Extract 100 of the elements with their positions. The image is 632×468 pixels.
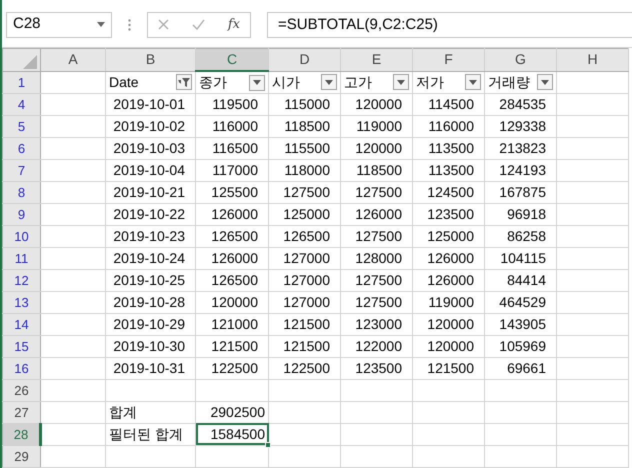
table-cell: 2019-10-02 [106,116,196,138]
column-header[interactable]: C [196,48,268,71]
row-header[interactable]: 14 [2,314,40,336]
table-cell: 126500 [196,270,268,292]
table-cell: 126500 [268,226,340,248]
row-header[interactable]: 16 [2,358,40,380]
table-cell: 126000 [412,270,484,292]
name-box[interactable]: C28 [6,12,112,38]
table-cell: 2019-10-04 [106,160,196,182]
table-cell: 2019-10-24 [106,248,196,270]
row-header[interactable]: 4 [2,94,40,116]
table-cell: 2019-10-31 [106,358,196,380]
table-cell: 합계 [106,401,196,424]
table-cell: 104115 [484,248,556,270]
table-cell: 119500 [196,94,268,116]
table-cell: 2019-10-01 [106,94,196,116]
table-cell: 84414 [484,270,556,292]
table-cell: 284535 [484,94,556,116]
filter-button[interactable] [537,74,553,90]
table-cell: 123500 [412,204,484,226]
dropdown-icon [469,80,477,85]
table-cell: 124193 [484,160,556,182]
column-title: 고가 [344,72,372,92]
row-header[interactable]: 1 [2,71,40,94]
table-cell: 121500 [412,358,484,380]
table-cell: 2019-10-28 [106,292,196,314]
column-header[interactable]: E [340,48,412,71]
row-header[interactable]: 5 [2,116,40,138]
table-cell: 2019-10-21 [106,182,196,204]
table-cell: 120000 [412,314,484,336]
column-header[interactable]: F [412,48,484,71]
table-cell: 143905 [484,314,556,336]
insert-function-button[interactable]: fx [228,14,240,34]
row-header[interactable]: 11 [2,248,40,270]
table-cell: 116500 [196,138,268,160]
table-cell: 122500 [268,358,340,380]
table-cell: 116000 [196,116,268,138]
row-header[interactable]: 29 [2,445,40,468]
more-icon [128,18,131,30]
row-header[interactable]: 26 [2,380,40,402]
table-cell: 213823 [484,138,556,160]
table-cell: 113500 [412,138,484,160]
column-title: 거래량 [488,72,530,92]
table-cell: 120000 [340,138,412,160]
table-cell: 464529 [484,292,556,314]
table-cell: 86258 [484,226,556,248]
filter-button[interactable] [249,74,265,90]
table-cell: 124500 [412,182,484,204]
table-cell: 127500 [268,182,340,204]
table-cell: 116000 [412,116,484,138]
row-header[interactable]: 6 [2,138,40,160]
column-header[interactable]: A [40,48,106,71]
table-cell: 115500 [268,138,340,160]
row-header[interactable]: 27 [2,401,40,424]
table-cell: 127000 [268,292,340,314]
row-header[interactable]: 13 [2,292,40,314]
row-header[interactable]: 7 [2,160,40,182]
column-title: 시가 [272,72,300,92]
check-icon[interactable] [192,19,205,30]
row-header[interactable]: 8 [2,182,40,204]
table-cell: 167875 [484,182,556,204]
table-cell: 121000 [196,314,268,336]
table-cell: 120000 [340,94,412,116]
table-cell: 126000 [412,248,484,270]
column-header[interactable]: D [268,48,340,71]
table-cell: 126000 [196,248,268,270]
table-cell: 127500 [340,292,412,314]
dropdown-icon [325,80,333,85]
column-header[interactable]: B [106,48,196,71]
selected-cell[interactable]: 1584500 [196,423,268,446]
table-cell: 69661 [484,358,556,380]
filter-button[interactable] [176,74,192,90]
table-cell: 126000 [340,204,412,226]
table-cell: 127500 [340,226,412,248]
table-cell: 118500 [268,116,340,138]
row-header[interactable]: 28 [2,423,40,446]
filter-button[interactable] [393,74,409,90]
row-header[interactable]: 9 [2,204,40,226]
formula-field[interactable]: =SUBTOTAL(9,C2:C25) [267,12,632,38]
fill-handle[interactable] [265,442,271,448]
table-cell: 125000 [412,226,484,248]
table-cell: 필터된 합계 [106,423,196,446]
table-cell: 126000 [196,204,268,226]
table-cell: 126500 [196,226,268,248]
row-header[interactable]: 12 [2,270,40,292]
table-cell: 121500 [268,314,340,336]
row-header[interactable]: 10 [2,226,40,248]
table-cell: 2019-10-25 [106,270,196,292]
table-cell: 119000 [412,292,484,314]
table-cell: 118000 [268,160,340,182]
filter-button[interactable] [321,74,337,90]
dropdown-icon [253,80,261,85]
table-cell: 123500 [340,358,412,380]
row-header[interactable]: 15 [2,336,40,358]
column-header[interactable]: H [556,48,628,71]
dropdown-icon [397,80,405,85]
filter-button[interactable] [465,74,481,90]
column-header[interactable]: G [484,48,556,71]
table-cell: 113500 [412,160,484,182]
table-cell: 115000 [268,94,340,116]
